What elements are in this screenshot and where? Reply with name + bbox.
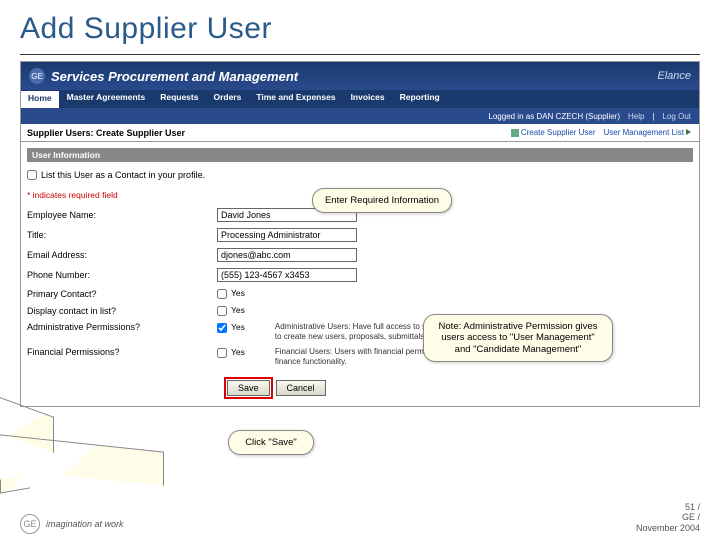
nav-tab-invoices[interactable]: Invoices: [344, 90, 393, 108]
userbar: Logged in as DAN CZECH (Supplier) Help |…: [21, 108, 699, 124]
title-input[interactable]: [217, 228, 357, 242]
slide-footer: GE imagination at work 51 / GE / Novembe…: [20, 502, 700, 534]
display-contact-checkbox[interactable]: [217, 306, 227, 316]
callout-enter-required: Enter Required Information: [312, 188, 452, 213]
cancel-button[interactable]: Cancel: [276, 380, 326, 396]
title-label: Title:: [27, 230, 217, 240]
logout-link[interactable]: Log Out: [663, 112, 691, 121]
callout-tail: [0, 475, 30, 494]
form-area: User Information List this User as a Con…: [21, 142, 699, 406]
list-as-contact-checkbox[interactable]: [27, 170, 37, 180]
nav-tab-requests[interactable]: Requests: [153, 90, 206, 108]
financial-permissions-label: Financial Permissions?: [27, 347, 217, 357]
nav-tab-time-expenses[interactable]: Time and Expenses: [249, 90, 343, 108]
primary-contact-checkbox[interactable]: [217, 289, 227, 299]
nav-tab-home[interactable]: Home: [21, 90, 60, 108]
ge-logo-icon: GE: [20, 514, 40, 534]
employee-name-label: Employee Name:: [27, 210, 217, 220]
callout-click-save: Click "Save": [228, 430, 314, 455]
app-header: GE Services Procurement and Management E…: [21, 62, 699, 90]
primary-yes-label: Yes: [231, 288, 245, 298]
title-underline: [20, 54, 700, 55]
save-button[interactable]: Save: [227, 380, 270, 396]
primary-contact-label: Primary Contact?: [27, 289, 217, 299]
divider: |: [652, 112, 654, 121]
admin-permissions-checkbox[interactable]: [217, 323, 227, 333]
app-title: Services Procurement and Management: [51, 69, 298, 84]
footer-date: November 2004: [636, 523, 700, 534]
footer-org: GE /: [636, 512, 700, 523]
footer-tagline: imagination at work: [46, 519, 124, 529]
callout-admin-note: Note: Administrative Permission gives us…: [423, 314, 613, 362]
list-as-contact-label: List this User as a Contact in your prof…: [41, 170, 205, 180]
phone-label: Phone Number:: [27, 270, 217, 280]
navbar: Home Master Agreements Requests Orders T…: [21, 90, 699, 108]
nav-tab-reporting[interactable]: Reporting: [393, 90, 448, 108]
financial-permissions-checkbox[interactable]: [217, 348, 227, 358]
elance-brand: Elance: [657, 70, 691, 82]
create-supplier-user-link[interactable]: Create Supplier User: [511, 128, 596, 137]
help-link[interactable]: Help: [628, 112, 644, 121]
display-contact-label: Display contact in list?: [27, 306, 217, 316]
admin-permissions-label: Administrative Permissions?: [27, 322, 217, 332]
arrow-right-icon: [686, 129, 693, 136]
email-label: Email Address:: [27, 250, 217, 260]
admin-yes-label: Yes: [231, 322, 245, 332]
page-title: Supplier Users: Create Supplier User: [27, 128, 185, 138]
logged-in-text: Logged in as DAN CZECH (Supplier): [488, 112, 620, 121]
page-header: Supplier Users: Create Supplier User Cre…: [21, 124, 699, 142]
user-management-list-link[interactable]: User Management List: [604, 128, 693, 137]
section-user-information: User Information: [27, 148, 693, 162]
nav-tab-master-agreements[interactable]: Master Agreements: [60, 90, 154, 108]
page-number: 51 /: [636, 502, 700, 513]
plus-icon: [511, 129, 519, 137]
finance-yes-label: Yes: [231, 347, 245, 357]
nav-tab-orders[interactable]: Orders: [206, 90, 249, 108]
slide-title: Add Supplier User: [0, 0, 720, 54]
display-yes-label: Yes: [231, 305, 245, 315]
phone-input[interactable]: [217, 268, 357, 282]
email-input[interactable]: [217, 248, 357, 262]
ge-monogram-icon: GE: [29, 68, 45, 84]
